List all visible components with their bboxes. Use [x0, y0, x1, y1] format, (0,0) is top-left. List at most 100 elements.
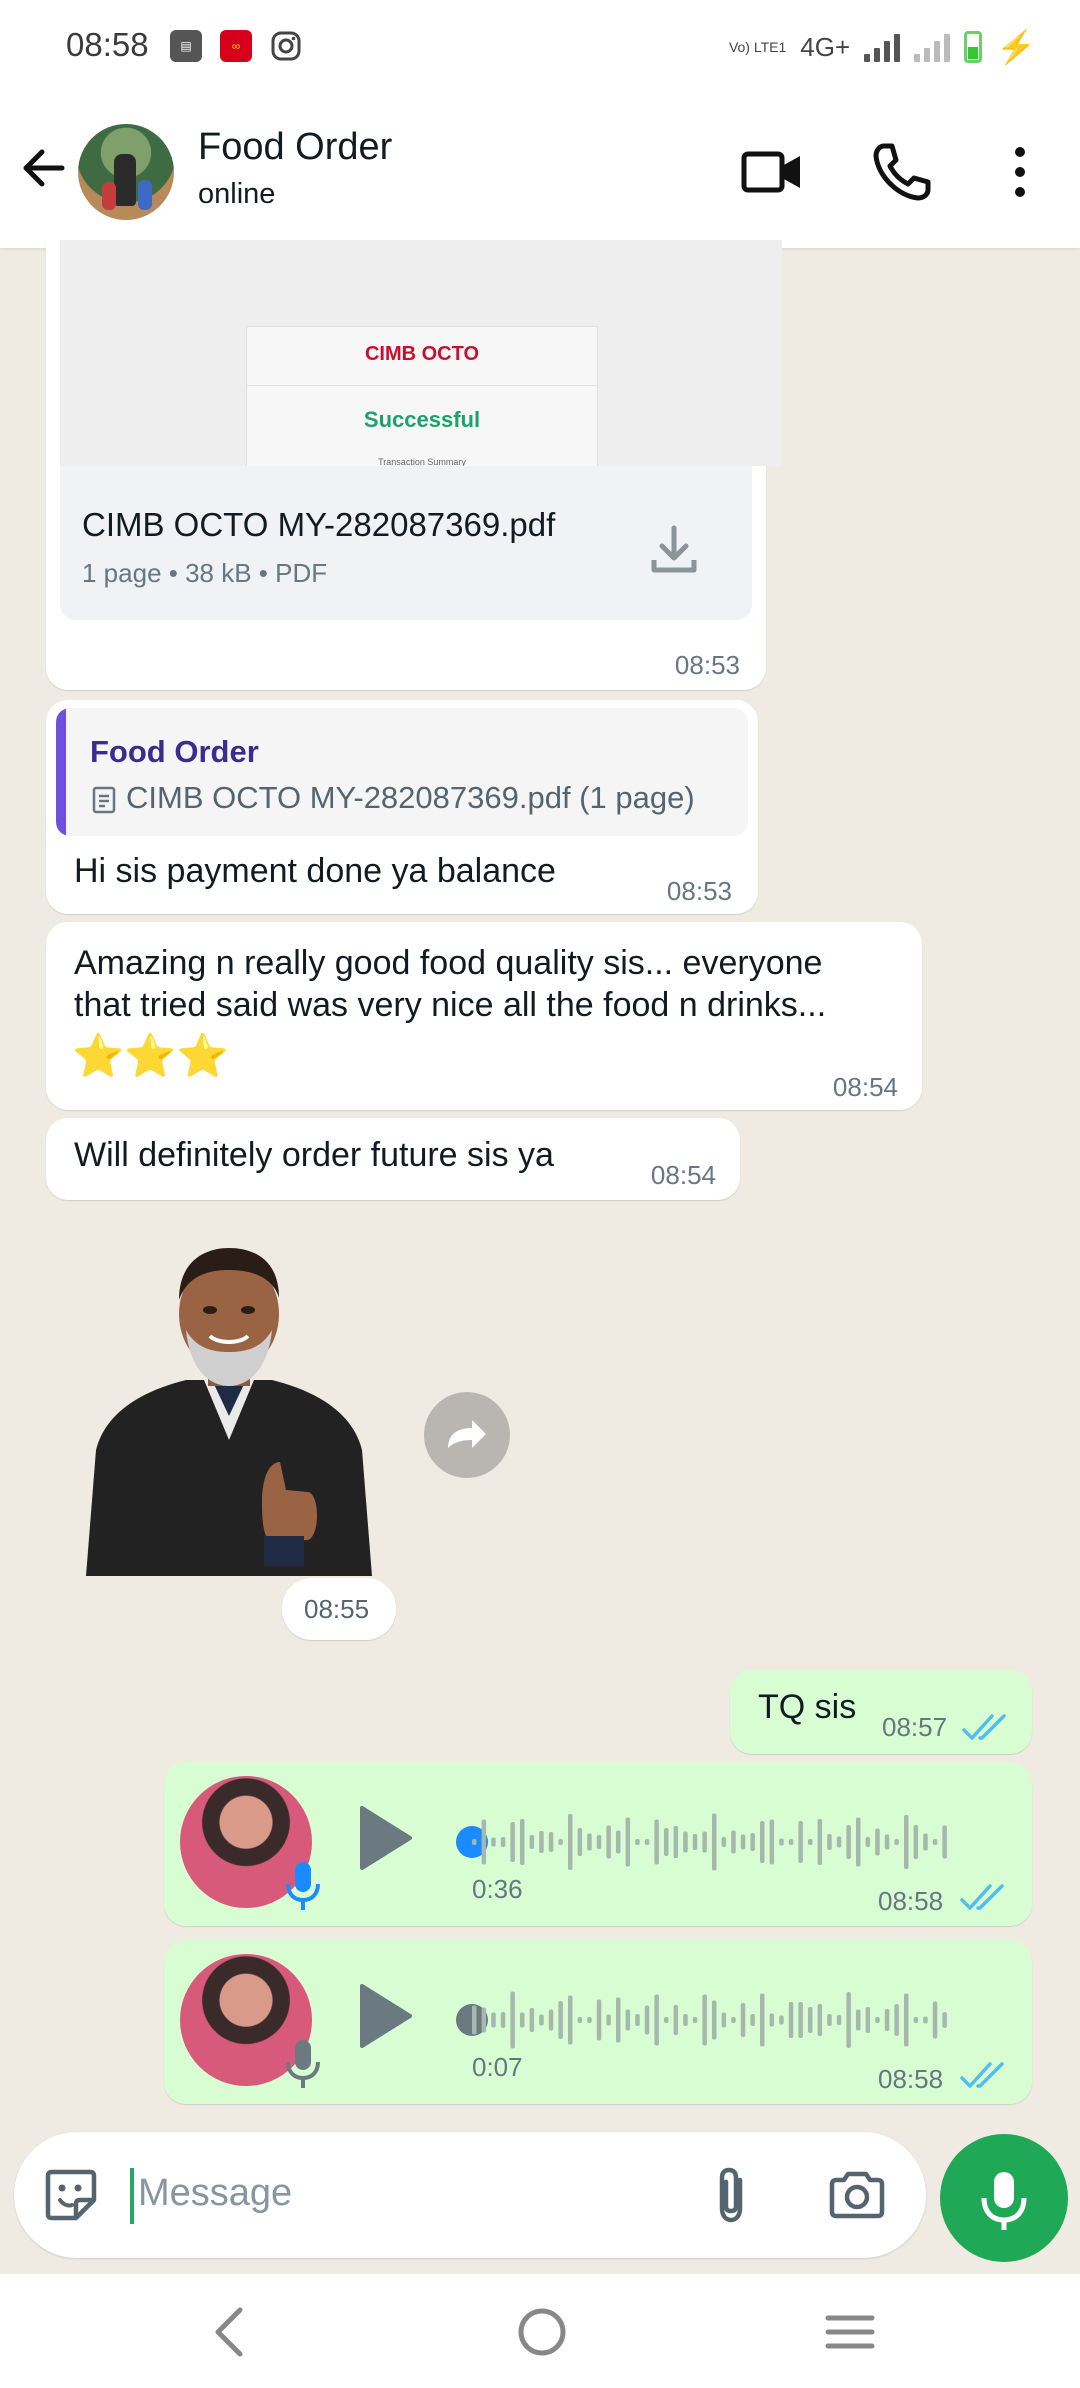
quoted-author: Food Order — [90, 734, 259, 769]
waveform-bar — [548, 2009, 554, 2031]
waveform-bar — [654, 1994, 659, 2046]
waveform-bar — [529, 1835, 535, 1849]
waveform-bar — [942, 1825, 947, 1859]
status-bar: 08:58 ▤ ∞ Vo) LTE1 4G+ ⚡ — [0, 0, 1080, 96]
nav-back-icon[interactable] — [208, 2304, 248, 2360]
message-time: 08:53 — [666, 876, 732, 906]
nav-home-icon[interactable] — [514, 2304, 570, 2360]
voice-message[interactable]: 0:36 08:58 — [164, 1762, 1032, 1926]
voice-call-icon[interactable] — [870, 140, 934, 204]
message-input[interactable]: Message — [138, 2172, 292, 2215]
waveform-bar — [596, 1999, 602, 2041]
voice-waveform[interactable] — [470, 1988, 960, 2052]
voice-duration: 0:36 — [472, 1874, 523, 1904]
document-message[interactable]: CIMB OCTO Successful Transaction Summary… — [46, 240, 782, 690]
quoted-message[interactable]: Food Order CIMB OCTO MY-282087369.pdf (1… — [56, 708, 748, 836]
text-cursor — [130, 2168, 134, 2224]
waveform-bar — [692, 2017, 698, 2023]
contact-avatar[interactable] — [78, 124, 174, 220]
waveform-bar — [529, 2008, 535, 2032]
download-icon[interactable] — [646, 522, 702, 578]
message-input-bar: Message — [14, 2132, 926, 2258]
play-icon[interactable] — [352, 1802, 416, 1874]
voice-duration: 0:07 — [472, 2052, 523, 2082]
waveform-bar — [616, 1997, 621, 2043]
voice-message[interactable]: 0:07 08:58 — [164, 1940, 1032, 2104]
waveform-bar — [673, 2005, 679, 2035]
waveform-bar — [913, 2017, 919, 2023]
charging-icon: ⚡ — [996, 29, 1036, 65]
sticker-image[interactable] — [86, 1240, 372, 1576]
read-receipt-icon — [962, 1714, 1006, 1740]
waveform-bar — [836, 1836, 842, 1848]
review-message[interactable]: Amazing n really good food quality sis..… — [46, 922, 922, 1110]
waveform-bar — [923, 1833, 928, 1851]
read-receipt-icon — [960, 1884, 1004, 1910]
waveform-bar — [481, 1819, 487, 1865]
signal-icon — [864, 32, 901, 62]
waveform-bar — [721, 1837, 727, 1847]
waveform-bar — [884, 1834, 890, 1850]
nav-menu-icon[interactable] — [822, 2304, 878, 2360]
text-message[interactable]: Will definitely order future sis ya 08:5… — [46, 1118, 740, 1200]
waveform-bar — [884, 2009, 890, 2031]
instagram-icon — [271, 31, 301, 61]
waveform-bar — [808, 1839, 813, 1845]
waveform-bar — [817, 2004, 823, 2036]
waveform-bar — [894, 1839, 899, 1845]
waveform-bar — [904, 1993, 909, 2047]
waveform-bar — [817, 1819, 823, 1865]
waveform-bar — [664, 2017, 669, 2023]
waveform-bar — [510, 1991, 515, 2049]
waveform-bar — [769, 1819, 775, 1865]
waveform-bar — [769, 2013, 775, 2027]
forward-button[interactable] — [424, 1392, 510, 1478]
waveform-bar — [740, 1834, 746, 1850]
sticker-time-pill: 08:55 — [282, 1578, 396, 1640]
camera-icon[interactable] — [826, 2166, 888, 2224]
document-preview[interactable]: CIMB OCTO Successful Transaction Summary — [60, 240, 782, 466]
chat-title[interactable]: Food Order — [198, 126, 392, 169]
system-navigation-bar — [0, 2274, 1080, 2388]
preview-brand: CIMB OCTO — [364, 343, 480, 365]
waveform-bar — [702, 1831, 707, 1853]
message-time: 08:54 — [832, 1072, 898, 1102]
waveform-bar — [577, 2017, 583, 2023]
document-icon — [92, 786, 116, 814]
waveform-bar — [625, 2009, 631, 2031]
chat-status: online — [198, 178, 276, 210]
back-arrow-icon[interactable] — [18, 142, 70, 194]
more-options-icon[interactable] — [988, 140, 1052, 204]
voice-record-button[interactable] — [940, 2134, 1068, 2262]
waveform-bar — [683, 1831, 688, 1853]
document-meta: 1 page • 38 kB • PDF — [82, 558, 328, 588]
waveform-bar — [923, 2016, 928, 2024]
waveform-bar — [587, 1833, 592, 1851]
message-text: Will definitely order future sis ya — [74, 1136, 554, 1174]
waveform-bar — [779, 2015, 784, 2025]
waveform-bar — [510, 1822, 515, 1862]
waveform-bar — [875, 1828, 880, 1856]
forward-icon — [448, 1420, 486, 1448]
attach-icon[interactable] — [706, 2164, 756, 2226]
outgoing-text-message[interactable]: TQ sis 08:57 — [730, 1670, 1032, 1754]
system-indicators: Vo) LTE1 4G+ ⚡ — [729, 28, 1036, 66]
waveform-bar — [808, 2007, 813, 2033]
document-info[interactable]: CIMB OCTO MY-282087369.pdf 1 page • 38 k… — [60, 466, 752, 620]
waveform-bar — [932, 2001, 938, 2039]
waveform-bar — [875, 2017, 880, 2023]
waveform-bar — [596, 1835, 602, 1849]
waveform-bar — [740, 2003, 746, 2037]
play-icon[interactable] — [352, 1980, 416, 2052]
reply-message[interactable]: Food Order CIMB OCTO MY-282087369.pdf (1… — [46, 700, 758, 914]
video-call-icon[interactable] — [740, 140, 804, 204]
waveform-bar — [827, 2014, 832, 2026]
waveform-bar — [760, 1821, 765, 1863]
microphone-icon — [286, 2040, 320, 2088]
sticker-emoji-icon[interactable] — [40, 2164, 102, 2226]
document-page-thumbnail: CIMB OCTO Successful Transaction Summary — [246, 326, 598, 466]
battery-icon — [964, 31, 983, 63]
voice-waveform[interactable] — [470, 1810, 960, 1874]
preview-status: Successful — [363, 407, 481, 432]
preview-subtitle: Transaction Summary — [378, 457, 466, 466]
